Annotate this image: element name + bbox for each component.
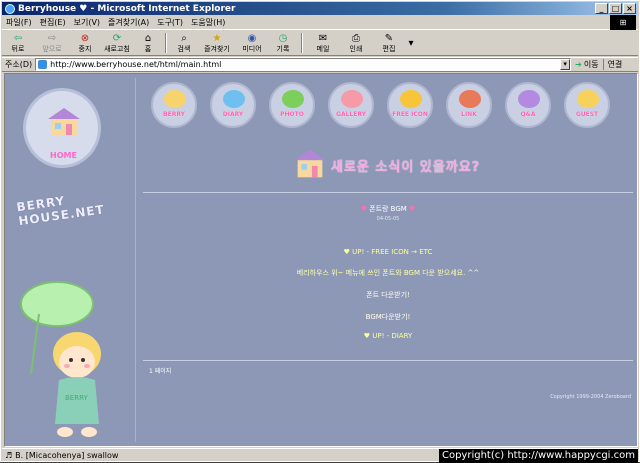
title-bar: Berryhouse ♥ - Microsoft Internet Explor… bbox=[2, 2, 638, 15]
heart-plant-icon bbox=[459, 90, 481, 108]
home-button[interactable]: ⌂ 홈 bbox=[134, 31, 162, 55]
menu-bar: 파일(F) 편집(E) 보기(V) 즐겨찾기(A) 도구(T) 도움말(H) ⊞ bbox=[2, 15, 638, 30]
page-viewport: HOME BERRY HOUSE.NET BERRY BERRY DIARY P… bbox=[4, 73, 638, 447]
nav-berry[interactable]: BERRY bbox=[151, 82, 197, 128]
nav-free-icon[interactable]: FREE ICON bbox=[387, 82, 433, 128]
menu-help[interactable]: 도움말(H) bbox=[187, 17, 229, 28]
heart-icon: ♥ bbox=[360, 205, 367, 213]
address-input[interactable]: http://www.berryhouse.net/html/main.html… bbox=[35, 58, 572, 71]
forward-arrow-icon: ⇨ bbox=[47, 32, 57, 44]
menu-view[interactable]: 보기(V) bbox=[70, 17, 104, 28]
mail-button[interactable]: ✉ 메일 bbox=[306, 31, 340, 55]
address-label: 주소(D) bbox=[5, 60, 33, 69]
page-icon bbox=[38, 60, 48, 69]
page-status-icon: ♬ bbox=[5, 451, 13, 460]
nav-qa[interactable]: Q&A bbox=[505, 82, 551, 128]
favorites-button[interactable]: ★ 즐겨찾기 bbox=[198, 31, 236, 55]
edit-icon: ✎ bbox=[384, 32, 394, 44]
jar-icon bbox=[341, 90, 363, 108]
back-button[interactable]: ⇦ 뒤로 bbox=[2, 31, 34, 55]
board-copyright: Copyright 1999-2004 Zeroboard bbox=[550, 394, 631, 400]
menu-file[interactable]: 파일(F) bbox=[2, 17, 36, 28]
house-icon bbox=[294, 149, 326, 178]
sun-face-icon bbox=[518, 90, 540, 108]
site-logo-text: BERRY HOUSE.NET bbox=[15, 193, 106, 229]
print-button[interactable]: ⎙ 인쇄 bbox=[340, 31, 372, 55]
divider bbox=[135, 78, 136, 442]
post-body-text: 베리하우스 위~ 메뉴에 쓰인 폰트와 BGM 다운 받으세요. ^^ bbox=[296, 269, 480, 277]
berry-girl-icon bbox=[164, 90, 186, 108]
edit-button[interactable]: ✎ 편집 bbox=[372, 31, 406, 55]
printer-icon: ⎙ bbox=[352, 32, 360, 44]
nav-gallery[interactable]: GALLERY bbox=[328, 82, 374, 128]
divider bbox=[143, 192, 633, 193]
menu-edit[interactable]: 편집(E) bbox=[36, 17, 70, 28]
bunny-icon bbox=[577, 90, 599, 108]
links-button[interactable]: 연결 bbox=[602, 59, 622, 70]
home-label: HOME bbox=[50, 151, 77, 160]
address-url: http://www.berryhouse.net/html/main.html bbox=[50, 60, 222, 69]
nav-photo[interactable]: PHOTO bbox=[269, 82, 315, 128]
media-icon: ◉ bbox=[247, 32, 257, 44]
stop-icon: ⊗ bbox=[80, 32, 90, 44]
history-icon: ◷ bbox=[278, 32, 288, 44]
address-dropdown-button[interactable]: ▾ bbox=[560, 59, 571, 70]
media-button[interactable]: ◉ 미디어 bbox=[236, 31, 268, 55]
left-panel: HOME BERRY HOUSE.NET BERRY bbox=[5, 74, 137, 446]
menu-tools[interactable]: 도구(T) bbox=[153, 17, 187, 28]
home-nav-button[interactable]: HOME bbox=[23, 88, 101, 168]
cloud-icon bbox=[223, 90, 245, 108]
search-icon: ⌕ bbox=[181, 32, 187, 44]
nav-guest[interactable]: GUEST bbox=[564, 82, 610, 128]
refresh-button[interactable]: ⟳ 새로고침 bbox=[100, 31, 134, 55]
stop-button[interactable]: ⊗ 중지 bbox=[70, 31, 100, 55]
toolbar: ⇦ 뒤로 ⇨ 앞으로 ⊗ 중지 ⟳ 새로고침 ⌂ 홈 ⌕ 검색 ★ 즐겨찾기 ◉ bbox=[2, 31, 638, 56]
house-icon bbox=[48, 108, 80, 135]
close-button[interactable]: × bbox=[623, 3, 636, 14]
browser-window: Berryhouse ♥ - Microsoft Internet Explor… bbox=[0, 0, 640, 463]
refresh-icon: ⟳ bbox=[112, 32, 122, 44]
window-title: Berryhouse ♥ - Microsoft Internet Explor… bbox=[18, 3, 236, 14]
bgm-download-link[interactable]: BGM다운받기! bbox=[143, 312, 633, 322]
heart-icon: ♥ bbox=[409, 205, 416, 213]
maximize-button[interactable]: □ bbox=[609, 3, 622, 14]
copyright-watermark: Copyright(c) http://www.happycgi.com bbox=[438, 449, 638, 463]
update-line-diary: ♥ UP! - DIARY bbox=[363, 332, 413, 340]
search-button[interactable]: ⌕ 검색 bbox=[170, 31, 198, 55]
mail-icon: ✉ bbox=[318, 32, 328, 44]
toolbar-separator bbox=[301, 33, 303, 53]
nav-diary[interactable]: DIARY bbox=[210, 82, 256, 128]
star-icon: ★ bbox=[212, 32, 222, 44]
history-button[interactable]: ◷ 기록 bbox=[268, 31, 298, 55]
svg-text:BERRY: BERRY bbox=[65, 394, 89, 402]
forward-button[interactable]: ⇨ 앞으로 bbox=[34, 31, 70, 55]
menu-favorites[interactable]: 즐겨찾기(A) bbox=[104, 17, 153, 28]
address-bar: 주소(D) http://www.berryhouse.net/html/mai… bbox=[2, 57, 638, 72]
more-dropdown[interactable]: ▾ bbox=[406, 31, 416, 55]
post-title[interactable]: ♥ 폰트랑 BGM ♥ bbox=[143, 204, 633, 214]
main-content: BERRY DIARY PHOTO GALLERY FREE ICON LINK… bbox=[143, 74, 637, 446]
status-bar: ♬ B. [Micacohenya] swallow Copyright(c) … bbox=[2, 448, 638, 463]
windows-logo-icon: ⊞ bbox=[610, 15, 636, 30]
font-download-link[interactable]: 폰트 다운받기! bbox=[143, 290, 633, 300]
home-icon: ⌂ bbox=[144, 32, 152, 44]
ie-icon bbox=[5, 3, 15, 14]
leaf-girl-illustration: BERRY bbox=[20, 281, 101, 437]
update-line-free-icon: ♥ UP! - FREE ICON → ETC bbox=[343, 248, 433, 256]
news-headline: 새로운 소식이 있을까요? bbox=[291, 146, 541, 182]
toolbar-separator bbox=[165, 33, 167, 53]
status-text: B. [Micacohenya] swallow bbox=[15, 451, 119, 460]
minimize-button[interactable]: _ bbox=[595, 3, 608, 14]
back-arrow-icon: ⇦ bbox=[13, 32, 23, 44]
top-nav: BERRY DIARY PHOTO GALLERY FREE ICON LINK… bbox=[151, 82, 621, 132]
nav-link[interactable]: LINK bbox=[446, 82, 492, 128]
sprout-icon bbox=[282, 90, 304, 108]
go-button[interactable]: ➔ 이동 bbox=[571, 59, 602, 70]
post-date: 04-05-05 bbox=[376, 216, 400, 222]
chevron-down-icon: ▾ bbox=[408, 37, 414, 49]
pager[interactable]: 1 페이지 bbox=[149, 366, 171, 375]
candy-icon bbox=[400, 90, 422, 108]
divider bbox=[143, 360, 633, 361]
go-arrow-icon: ➔ bbox=[575, 60, 582, 69]
